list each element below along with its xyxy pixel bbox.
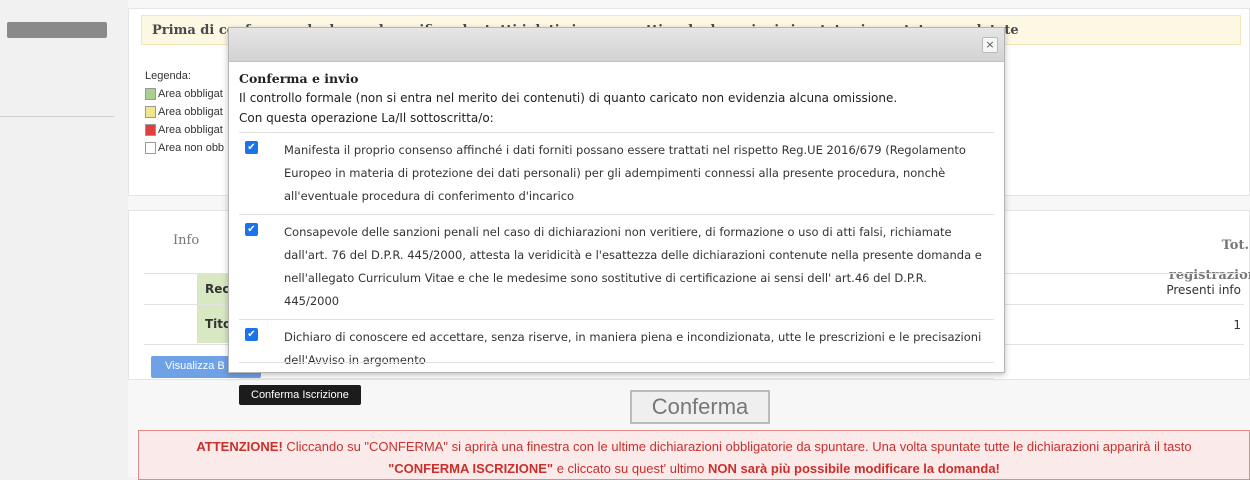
legend-item: Area obbligat [145,85,224,103]
declaration-item: ✔ Consapevole delle sanzioni penali nel … [239,215,994,320]
table-row-label: Rec [197,274,229,304]
dialog-footer-divider [239,362,994,363]
declaration-item: ✔ Manifesta il proprio consenso affinché… [239,133,994,215]
legend-swatch [145,142,156,154]
dialog-body: Conferma e invio Il controllo formale (n… [229,62,1004,405]
dialog-title: Conferma e invio [239,71,359,86]
declaration-text: Consapevole delle sanzioni penali nel ca… [284,225,982,308]
sidebar-menu-bar[interactable] [7,22,107,38]
dialog-text: Con questa operazione La/Il sottoscritta… [239,108,994,133]
close-icon[interactable]: × [982,37,998,53]
legend-swatch [145,106,156,118]
declaration-text: Dichiaro di conoscere ed accettare, senz… [284,330,982,367]
legend: Legenda: Area obbligat Area obbligat Are… [145,67,224,157]
warning-box: ATTENZIONE! Cliccando su "CONFERMA" si a… [138,430,1250,480]
legend-item: Area obbligat [145,103,224,121]
declaration-item: ✔ Dichiaro di conoscere ed accettare, se… [239,320,994,379]
legend-item: Area non obb [145,139,224,157]
declaration-checkbox[interactable]: ✔ [245,141,258,154]
declaration-checkbox[interactable]: ✔ [245,223,258,236]
conferma-iscrizione-button[interactable]: Conferma Iscrizione [239,385,361,405]
info-header: Info [173,233,200,248]
declaration-text: Manifesta il proprio consenso affinché i… [284,143,966,203]
dialog-text: Il controllo formale (non si entra nel m… [239,91,898,105]
total-header: Tot. registrazioni [1169,238,1250,283]
table-row-label: Tito [197,305,229,343]
confirm-dialog: × Conferma e invio Il controllo formale … [228,27,1005,405]
legend-title: Legenda: [145,70,191,82]
legend-item: Area obbligat [145,121,224,139]
declaration-checkbox[interactable]: ✔ [245,328,258,341]
sidebar [0,0,120,477]
dialog-header: × [229,28,1004,62]
legend-swatch [145,88,156,100]
legend-swatch [145,124,156,136]
table-row-value: 1 [1233,318,1241,332]
table-row-value: Presenti info [1166,283,1241,297]
sidebar-divider [0,116,114,117]
